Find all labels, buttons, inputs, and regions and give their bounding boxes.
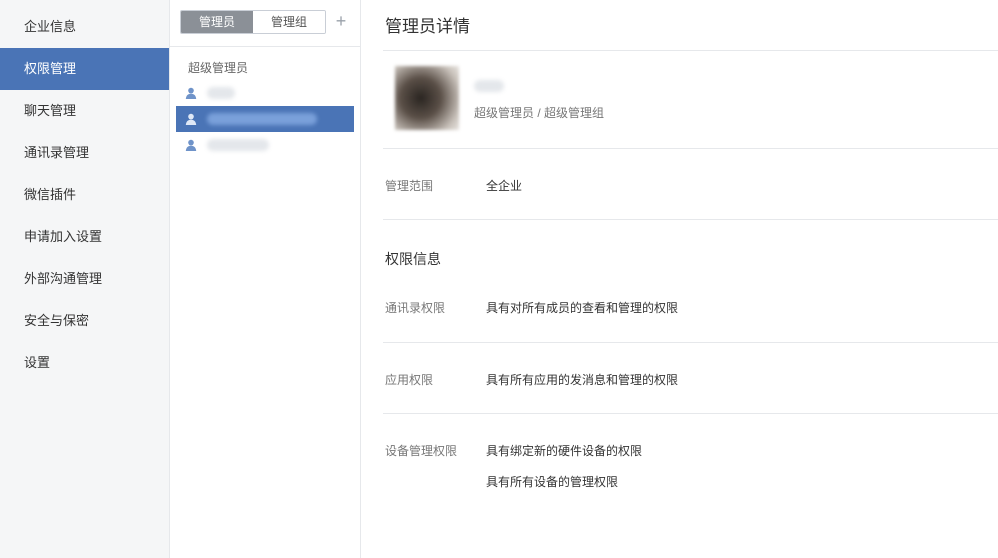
device-permission-value: 具有绑定新的硬件设备的权限: [486, 444, 643, 458]
divider: [383, 50, 998, 51]
avatar: [395, 66, 459, 130]
sidebar-item-enterprise-info[interactable]: 企业信息: [0, 6, 169, 48]
admin-name-blurred: [207, 87, 235, 99]
tab-admins[interactable]: 管理员: [181, 11, 253, 33]
admin-name-blurred: [207, 139, 269, 151]
divider: [383, 148, 998, 149]
user-icon: [185, 87, 197, 99]
user-icon: [185, 139, 197, 151]
app-permission-value: 具有所有应用的发消息和管理的权限: [486, 373, 679, 387]
admin-list-item[interactable]: [176, 80, 354, 106]
sidebar-item-settings[interactable]: 设置: [0, 342, 169, 384]
sidebar-item-wechat-plugin[interactable]: 微信插件: [0, 174, 169, 216]
sidebar-item-external-communication[interactable]: 外部沟通管理: [0, 258, 169, 300]
contacts-permission-value: 具有对所有成员的查看和管理的权限: [486, 301, 679, 315]
admin-role: 超级管理员 / 超级管理组: [474, 106, 605, 120]
sidebar-item-security[interactable]: 安全与保密: [0, 300, 169, 342]
admin-name-blurred: [474, 80, 504, 92]
divider: [383, 219, 998, 220]
divider: [170, 46, 360, 47]
user-icon: [185, 113, 197, 125]
scope-value: 全企业: [486, 179, 523, 193]
device-permission-label: 设备管理权限: [385, 444, 458, 458]
group-label: 超级管理员: [188, 61, 249, 75]
admin-details: 管理员详情 超级管理员 / 超级管理组 管理范围 全企业 权限信息 通讯录权限 …: [361, 0, 998, 558]
sidebar: 企业信息 权限管理 聊天管理 通讯录管理 微信插件 申请加入设置 外部沟通管理 …: [0, 0, 170, 558]
sidebar-item-chat-management[interactable]: 聊天管理: [0, 90, 169, 132]
sidebar-item-permission-management[interactable]: 权限管理: [0, 48, 169, 90]
admin-list-item[interactable]: [176, 132, 354, 158]
sidebar-item-join-request-settings[interactable]: 申请加入设置: [0, 216, 169, 258]
contacts-permission-label: 通讯录权限: [385, 301, 446, 315]
sidebar-item-contacts-management[interactable]: 通讯录管理: [0, 132, 169, 174]
admin-list-item-selected[interactable]: [176, 106, 354, 132]
scope-label: 管理范围: [385, 179, 434, 193]
permissions-section-title: 权限信息: [385, 251, 441, 267]
app-permission-label: 应用权限: [385, 373, 434, 387]
page-title: 管理员详情: [385, 17, 470, 36]
admin-tabs: 管理员 管理组: [180, 10, 326, 34]
device-permission-value: 具有所有设备的管理权限: [486, 475, 619, 489]
divider: [383, 413, 998, 414]
add-admin-button[interactable]: +: [333, 9, 349, 33]
divider: [383, 342, 998, 343]
admin-list-panel: 管理员 管理组 + 超级管理员: [170, 0, 361, 558]
tab-admin-groups[interactable]: 管理组: [253, 11, 325, 33]
admin-name-blurred: [207, 113, 317, 125]
